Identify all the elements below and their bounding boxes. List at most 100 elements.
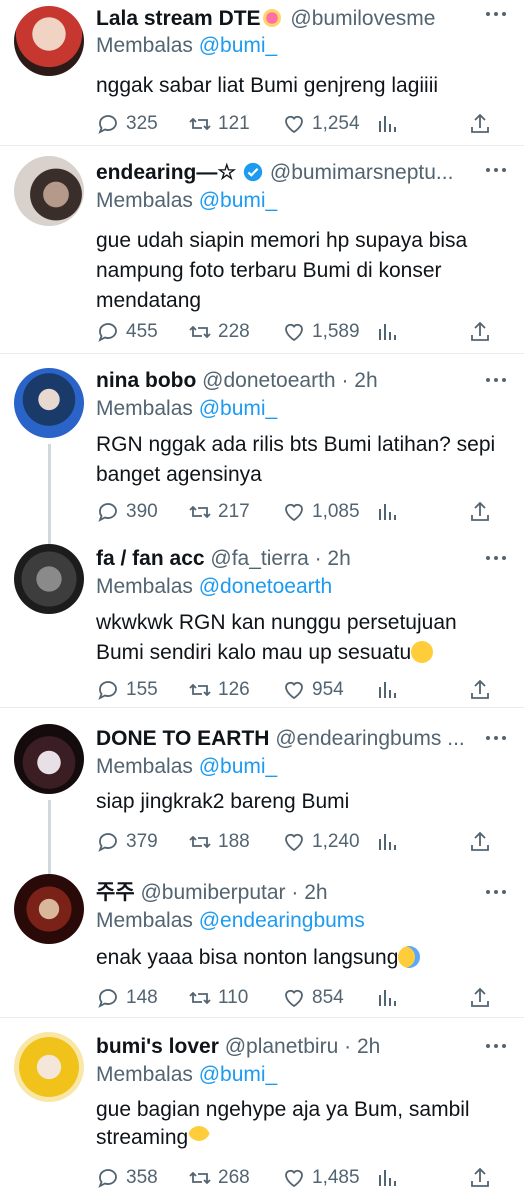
avatar[interactable]	[14, 368, 84, 438]
share-icon	[471, 321, 489, 341]
author-name[interactable]: Lala stream DTE	[96, 7, 261, 30]
retweet-button[interactable]: 126	[188, 678, 250, 702]
views-icon	[379, 682, 396, 698]
reply-icon	[98, 833, 117, 852]
author-handle[interactable]: @bumimarsneptu...	[270, 161, 454, 184]
reply-mention-link[interactable]: @endearingbums	[199, 909, 365, 932]
retweet-button[interactable]: 268	[188, 1166, 250, 1190]
author-handle[interactable]: @donetoearth	[202, 369, 335, 392]
like-icon	[285, 989, 303, 1008]
tweet[interactable]: endearing—☆ @bumimarsneptu... Membalas @…	[0, 148, 524, 354]
tweet-time[interactable]: · 2h	[291, 881, 327, 904]
avatar[interactable]	[14, 1032, 84, 1102]
share-button[interactable]	[468, 986, 498, 1010]
reply-mention-link[interactable]: @bumi_	[199, 34, 278, 57]
reply-button[interactable]: 379	[96, 830, 158, 854]
share-button[interactable]	[468, 500, 498, 524]
reply-button[interactable]: 358	[96, 1166, 158, 1190]
reply-button[interactable]: 455	[96, 320, 158, 344]
tweet[interactable]: 주주 @bumiberputar · 2h Membalas @endearin…	[0, 860, 524, 1018]
tweet[interactable]: bumi's lover @planetbiru · 2h Membalas @…	[0, 1020, 524, 1200]
divider	[0, 1017, 524, 1018]
share-button[interactable]	[468, 112, 498, 136]
share-icon	[471, 987, 489, 1007]
author-handle[interactable]: @planetbiru	[225, 1035, 339, 1058]
author-handle[interactable]: @bumiberputar	[140, 881, 285, 904]
like-button[interactable]: 954	[282, 678, 344, 702]
tweet-time[interactable]: · 2h	[315, 547, 351, 570]
share-button[interactable]	[468, 1166, 498, 1190]
reply-mention-link[interactable]: @bumi_	[199, 1063, 278, 1086]
retweet-button[interactable]: 217	[188, 500, 250, 524]
views-button[interactable]	[376, 112, 406, 136]
tweet[interactable]: DONE TO EARTH @endearingbums ... Membala…	[0, 710, 524, 860]
author-name[interactable]: 주주	[96, 881, 135, 904]
like-button[interactable]: 1,485	[282, 1166, 360, 1190]
retweet-button[interactable]: 121	[188, 112, 250, 136]
retweet-button[interactable]: 228	[188, 320, 250, 344]
like-button[interactable]: 854	[282, 986, 344, 1010]
author-handle[interactable]: @endearingbums ...	[275, 727, 464, 750]
tweet-text-content: enak yaaa bisa nonton langsung	[96, 946, 399, 969]
share-button[interactable]	[468, 830, 498, 854]
more-icon[interactable]	[486, 378, 506, 384]
reply-button[interactable]: 390	[96, 500, 158, 524]
like-button[interactable]: 1,240	[282, 830, 360, 854]
avatar[interactable]	[14, 724, 84, 794]
tweet-header: fa / fan acc @fa_tierra · 2h	[96, 546, 480, 572]
retweet-button[interactable]: 188	[188, 830, 250, 854]
like-button[interactable]: 1,085	[282, 500, 360, 524]
views-button[interactable]	[376, 830, 406, 854]
avatar[interactable]	[14, 6, 84, 76]
avatar[interactable]	[14, 156, 84, 226]
replying-to: Membalas @bumi_	[96, 188, 277, 214]
views-button[interactable]	[376, 1166, 406, 1190]
tweet[interactable]: nina bobo @donetoearth · 2h Membalas @bu…	[0, 356, 524, 532]
author-name[interactable]: DONE TO EARTH	[96, 727, 269, 750]
like-button[interactable]: 1,254	[282, 112, 360, 136]
more-icon[interactable]	[486, 12, 506, 18]
author-handle[interactable]: @bumilovesme	[290, 7, 435, 30]
more-icon[interactable]	[486, 890, 506, 896]
like-icon	[285, 1169, 303, 1188]
replying-to: Membalas @bumi_	[96, 33, 277, 59]
avatar[interactable]	[14, 544, 84, 614]
replying-to-label: Membalas	[96, 755, 193, 778]
author-name[interactable]: nina bobo	[96, 369, 196, 392]
tweet-time[interactable]: · 2h	[341, 369, 377, 392]
retweet-count: 126	[218, 679, 250, 700]
reply-mention-link[interactable]: @donetoearth	[199, 575, 332, 598]
retweet-icon	[189, 991, 211, 1005]
more-icon[interactable]	[486, 1044, 506, 1050]
reply-button[interactable]: 155	[96, 678, 158, 702]
author-name[interactable]: bumi's lover	[96, 1035, 219, 1058]
reply-button[interactable]: 325	[96, 112, 158, 136]
like-button[interactable]: 1,589	[282, 320, 360, 344]
retweet-count: 268	[218, 1167, 250, 1188]
reply-mention-link[interactable]: @bumi_	[199, 189, 278, 212]
views-button[interactable]	[376, 986, 406, 1010]
more-icon[interactable]	[486, 736, 506, 742]
author-name[interactable]: fa / fan acc	[96, 547, 205, 570]
views-button[interactable]	[376, 320, 406, 344]
avatar[interactable]	[14, 874, 84, 944]
author-name[interactable]: endearing—☆	[96, 161, 236, 184]
tweet[interactable]: Lala stream DTE @bumilovesme Membalas @b…	[0, 0, 524, 146]
reply-mention-link[interactable]: @bumi_	[199, 397, 278, 420]
retweet-button[interactable]: 110	[188, 986, 248, 1010]
replying-to-label: Membalas	[96, 34, 193, 57]
share-button[interactable]	[468, 678, 498, 702]
tweet[interactable]: fa / fan acc @fa_tierra · 2h Membalas @d…	[0, 532, 524, 708]
tweet-text: gue udah siapin memori hp supaya bisa na…	[96, 226, 504, 316]
more-icon[interactable]	[486, 168, 506, 174]
views-button[interactable]	[376, 678, 406, 702]
reply-mention-link[interactable]: @bumi_	[199, 755, 278, 778]
share-button[interactable]	[468, 320, 498, 344]
tweet-actions: 155 126 954	[96, 678, 494, 702]
author-handle[interactable]: @fa_tierra	[210, 547, 308, 570]
tweet-time[interactable]: · 2h	[344, 1035, 380, 1058]
reply-button[interactable]: 148	[96, 986, 158, 1010]
retweet-count: 188	[218, 831, 250, 852]
views-button[interactable]	[376, 500, 406, 524]
more-icon[interactable]	[486, 556, 506, 562]
